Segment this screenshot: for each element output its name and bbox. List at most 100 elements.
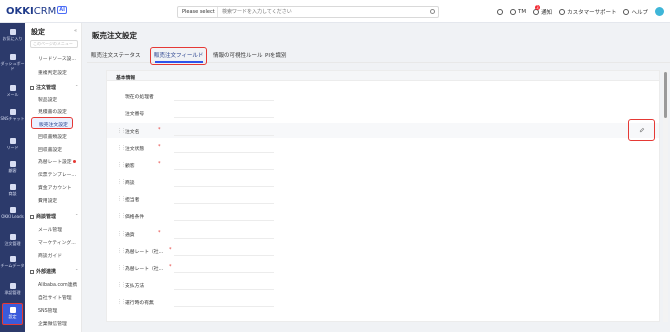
sidebar-search-input[interactable]: このページのメニュー: [30, 40, 78, 48]
field-row[interactable]: 現在の処理者: [107, 88, 659, 103]
sidebar-group-integrations[interactable]: 外部連携 ⌃: [30, 268, 78, 275]
required-mark: *: [169, 247, 172, 253]
sidebar-item-alibaba[interactable]: Alibaba.com連携: [38, 281, 77, 288]
global-search: Please select: [177, 6, 439, 18]
sidebar-group-deals[interactable]: 商談管理 ⌃: [30, 213, 78, 220]
drag-handle-icon[interactable]: ⋮⋮: [117, 179, 126, 185]
drag-handle-icon[interactable]: ⋮⋮: [117, 128, 126, 134]
deal-icon: [9, 184, 16, 190]
field-row[interactable]: ⋮⋮ 通貨 *: [107, 226, 659, 241]
rail-item-sns-chat[interactable]: SNSチャット: [0, 109, 25, 121]
rail-item-team-data[interactable]: チームデータ: [0, 256, 25, 268]
field-label: 為替レート（社...: [125, 267, 164, 272]
rail-item-favorites[interactable]: お気に入り: [0, 29, 25, 41]
sidebar-item-sales-order[interactable]: 販売注文設定: [39, 121, 68, 128]
settings-sidebar: 設定 « このページのメニュー リードソース設... 重複判定設定 注文管理 ⌃ …: [25, 23, 82, 332]
field-row[interactable]: ⋮⋮ 注文名 *: [107, 123, 659, 138]
tab-order-status[interactable]: 販売注文ステータス: [91, 51, 141, 59]
field-row[interactable]: 注文番号: [107, 105, 659, 120]
field-label: 価格条件: [125, 215, 145, 220]
drag-handle-icon[interactable]: ⋮⋮: [117, 248, 126, 254]
sidebar-item-collection-docs[interactable]: 回収書類設定: [38, 133, 67, 140]
sidebar-item-marketing[interactable]: マーケティング...: [38, 239, 76, 246]
drag-handle-icon[interactable]: ⋮⋮: [117, 162, 126, 168]
sidebar-item-collection[interactable]: 回収書設定: [38, 146, 62, 153]
deal-group-icon: [30, 214, 34, 219]
rail-item-approval[interactable]: 承認管理: [0, 283, 25, 295]
sidebar-item-products[interactable]: 製品設定: [38, 96, 57, 103]
sidebar-item-quotation[interactable]: 見積書の設定: [38, 108, 67, 115]
sidebar-item-lead-source[interactable]: リードソース設...: [38, 55, 76, 62]
rail-item-customer[interactable]: 顧客: [0, 161, 25, 173]
field-label: 現在の処理者: [125, 95, 154, 100]
sidebar-item-own-site[interactable]: 自社サイト管理: [38, 294, 72, 301]
search-scope-select[interactable]: Please select: [178, 7, 218, 17]
drag-handle-icon[interactable]: ⋮⋮: [117, 231, 126, 237]
field-row[interactable]: ⋮⋮ 注文状態 *: [107, 140, 659, 155]
collapse-icon[interactable]: «: [74, 28, 77, 34]
sidebar-item-duplicate-check[interactable]: 重複判定設定: [38, 69, 67, 76]
drag-handle-icon[interactable]: ⋮⋮: [117, 213, 126, 219]
rail-item-settings[interactable]: 設定: [0, 307, 25, 319]
user-menu[interactable]: TM: [509, 8, 526, 15]
history-button[interactable]: [496, 8, 503, 15]
required-mark: *: [158, 127, 161, 133]
avatar[interactable]: [655, 7, 664, 16]
sidebar-item-exchange-rate[interactable]: 為替レート設定: [38, 158, 76, 165]
sidebar-item-templates[interactable]: 伝票テンプレー...: [38, 171, 76, 178]
clock-icon: [496, 8, 503, 15]
drag-handle-icon[interactable]: ⋮⋮: [117, 145, 126, 151]
field-row[interactable]: ⋮⋮ 顧客 *: [107, 157, 659, 172]
app-logo[interactable]: OKKICRM AI: [6, 6, 68, 17]
rail-item-orders[interactable]: 注文管理: [0, 234, 25, 246]
sidebar-group-orders[interactable]: 注文管理 ⌃: [30, 84, 78, 91]
sidebar-item-wecom[interactable]: 企業微信管理: [38, 320, 67, 327]
field-row[interactable]: ⋮⋮ 為替レート（社... *: [107, 260, 659, 275]
module-rail: お気に入り ダッシュボード メール SNSチャット リード 顧客 商談 OKKI…: [0, 23, 25, 332]
dashboard-icon: [9, 54, 16, 60]
tab-visibility-rules[interactable]: 情報の可視性ルール: [213, 51, 263, 59]
sidebar-active-highlight: 販売注文設定: [31, 117, 73, 129]
chevron-up-icon: ⌃: [75, 268, 79, 273]
sidebar-item-sns[interactable]: SNS管理: [38, 307, 57, 314]
order-group-icon: [30, 85, 34, 90]
rail-item-lead[interactable]: リード: [0, 138, 25, 150]
search-input[interactable]: [222, 7, 422, 17]
user-icon: [509, 8, 516, 15]
rail-item-okki-leads[interactable]: OKKI Leads: [0, 207, 25, 219]
tab-pi-identify[interactable]: PIを識別: [265, 51, 286, 59]
field-row[interactable]: ⋮⋮ 為替レート（社... *: [107, 243, 659, 258]
drag-handle-icon[interactable]: ⋮⋮: [117, 196, 126, 202]
support-button[interactable]: カスタマーサポート: [559, 8, 616, 16]
pencil-icon[interactable]: [639, 127, 645, 133]
rail-item-dashboard[interactable]: ダッシュボード: [0, 54, 25, 71]
approval-icon: [9, 283, 16, 289]
rail-item-mail[interactable]: メール: [0, 85, 25, 97]
help-button[interactable]: ヘルプ: [623, 8, 648, 16]
field-row[interactable]: ⋮⋮ 担当者: [107, 191, 659, 206]
field-label: 商談: [125, 181, 135, 186]
sidebar-title: 設定: [31, 28, 45, 36]
drag-handle-icon[interactable]: ⋮⋮: [117, 265, 126, 271]
sidebar-item-cost[interactable]: 費用設定: [38, 197, 57, 204]
scrollbar-thumb[interactable]: [664, 72, 667, 118]
field-row[interactable]: ⋮⋮ 商談: [107, 174, 659, 189]
field-label: 顧客: [125, 164, 135, 169]
notice-button[interactable]: 3 通知: [533, 4, 552, 16]
field-row[interactable]: ⋮⋮ 価格条件: [107, 208, 659, 223]
rail-item-deal[interactable]: 商談: [0, 184, 25, 196]
sidebar-item-mail-management[interactable]: メール管理: [38, 226, 62, 233]
field-label: 担当者: [125, 198, 140, 203]
page-title: 販売注文設定: [92, 31, 137, 40]
sidebar-item-fund-account[interactable]: 資金アカウント: [38, 184, 72, 191]
search-icon[interactable]: [430, 9, 435, 14]
drag-handle-icon[interactable]: ⋮⋮: [117, 282, 126, 288]
order-icon: [9, 234, 16, 240]
field-row[interactable]: ⋮⋮ 運行時の有無: [107, 294, 659, 309]
required-mark: *: [158, 161, 161, 167]
drag-handle-icon[interactable]: ⋮⋮: [117, 299, 126, 305]
help-icon: [623, 8, 630, 15]
settings-icon: [9, 307, 16, 313]
sidebar-item-deal-guide[interactable]: 商談ガイド: [38, 252, 62, 259]
field-row[interactable]: ⋮⋮ 支払方法: [107, 277, 659, 292]
